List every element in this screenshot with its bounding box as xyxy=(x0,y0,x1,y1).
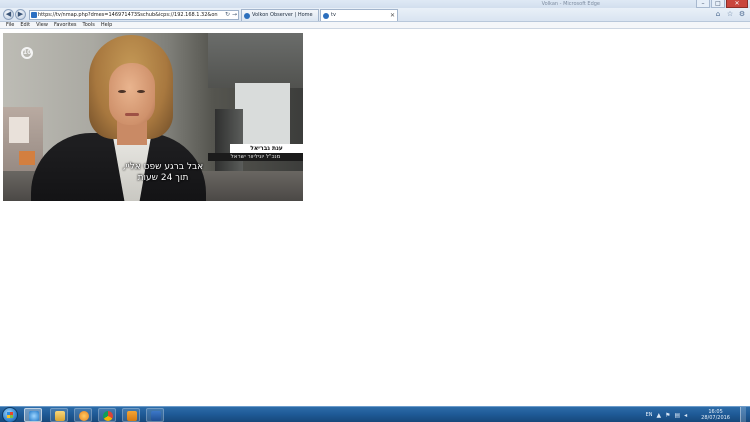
clock-date: 28/07/2016 xyxy=(701,415,730,421)
video-bg-board xyxy=(235,83,290,153)
browser-toolbar-icons: ⌂ ☆ ⚙ xyxy=(714,10,746,18)
page-favicon-icon xyxy=(31,12,37,18)
menu-file[interactable]: File xyxy=(6,22,14,28)
chrome-icon xyxy=(103,411,113,421)
tab-label: Volkon Observer | Home xyxy=(252,12,313,18)
subtitle-line-1: אבל ברגע שפט אליי, xyxy=(122,162,204,172)
network-icon[interactable]: ▤ xyxy=(674,412,680,419)
tab-volkon-observer[interactable]: Volkon Observer | Home xyxy=(241,9,319,21)
maximize-button[interactable]: □ xyxy=(711,0,725,8)
back-button[interactable]: ◀ xyxy=(3,9,14,20)
outlook-icon xyxy=(127,411,137,421)
window-title: Volkan - Microsoft Edge xyxy=(541,1,600,7)
channel-logo: 10 xyxy=(21,47,33,59)
speaker-eye xyxy=(137,90,145,93)
word-icon xyxy=(151,411,161,421)
taskbar: EN ▲ ⚑ ▤ ◂ 16:05 28/07/2016 xyxy=(0,406,750,422)
lower-third-title: מנכ"ל יוניליוור ישראל xyxy=(208,153,303,161)
window-controls: – □ ✕ xyxy=(696,0,748,8)
tray-arrow-icon[interactable]: ▲ xyxy=(656,412,661,419)
language-indicator[interactable]: EN xyxy=(646,412,653,418)
internet-explorer-icon xyxy=(29,411,39,421)
lower-third-name: ענת גבריאל xyxy=(230,144,303,153)
flag-icon[interactable]: ⚑ xyxy=(665,412,670,419)
forward-button[interactable]: ▶ xyxy=(15,9,26,20)
tab-label: tv xyxy=(331,12,336,18)
address-bar[interactable]: https://tv/nmap.php?dmes=146971473Sschub… xyxy=(29,10,239,20)
go-icon[interactable]: → xyxy=(232,11,237,18)
tab-favicon-icon xyxy=(244,13,250,19)
taskbar-file-explorer[interactable] xyxy=(50,408,68,422)
minimize-button[interactable]: – xyxy=(696,0,710,8)
speaker-mouth xyxy=(125,113,139,116)
favorites-icon[interactable]: ☆ xyxy=(726,10,734,18)
taskbar-outlook[interactable] xyxy=(122,408,140,422)
menu-view[interactable]: View xyxy=(36,22,48,28)
volume-icon[interactable]: ◂ xyxy=(684,412,687,419)
clock[interactable]: 16:05 28/07/2016 xyxy=(701,409,730,421)
folder-icon xyxy=(55,411,65,421)
show-desktop-button[interactable] xyxy=(740,407,746,422)
address-url[interactable]: https://tv/nmap.php?dmes=146971473Sschub… xyxy=(38,12,218,18)
home-icon[interactable]: ⌂ xyxy=(714,10,722,18)
tab-close-icon[interactable]: ✕ xyxy=(390,10,395,21)
video-bg-window xyxy=(208,33,303,88)
close-button[interactable]: ✕ xyxy=(726,0,748,8)
taskbar-word[interactable] xyxy=(146,408,164,422)
start-button[interactable] xyxy=(2,407,18,422)
video-bg-product xyxy=(9,117,29,143)
menu-help[interactable]: Help xyxy=(101,22,112,28)
menu-tools[interactable]: Tools xyxy=(83,22,95,28)
taskbar-chrome[interactable] xyxy=(98,408,116,422)
tools-gear-icon[interactable]: ⚙ xyxy=(738,10,746,18)
taskbar-media-player[interactable] xyxy=(74,408,92,422)
windows-logo-icon xyxy=(7,412,13,418)
media-player-icon xyxy=(79,411,89,421)
video-bg-product xyxy=(19,151,35,165)
refresh-icon[interactable]: ↻ xyxy=(225,11,230,18)
video-player[interactable]: 10 ענת גבריאל מנכ"ל יוניליוור ישראל אבל … xyxy=(3,33,303,201)
subtitle-line-2: תוך 24 שעות xyxy=(137,173,189,183)
menu-favorites[interactable]: Favorites xyxy=(54,22,77,28)
system-tray: EN ▲ ⚑ ▤ ◂ 16:05 28/07/2016 xyxy=(646,407,750,422)
browser-navbar: ◀ ▶ https://tv/nmap.php?dmes=146971473Ss… xyxy=(0,8,750,22)
tab-tv[interactable]: tv ✕ xyxy=(320,9,398,21)
speaker-eye xyxy=(118,90,126,93)
tab-favicon-icon xyxy=(323,13,329,19)
address-tools: ↻ → xyxy=(225,11,237,18)
taskbar-internet-explorer[interactable] xyxy=(24,408,42,422)
menu-edit[interactable]: Edit xyxy=(20,22,30,28)
menu-bar: File Edit View Favorites Tools Help xyxy=(0,22,750,29)
screen: Volkan - Microsoft Edge – □ ✕ ◀ ▶ https:… xyxy=(0,0,750,422)
